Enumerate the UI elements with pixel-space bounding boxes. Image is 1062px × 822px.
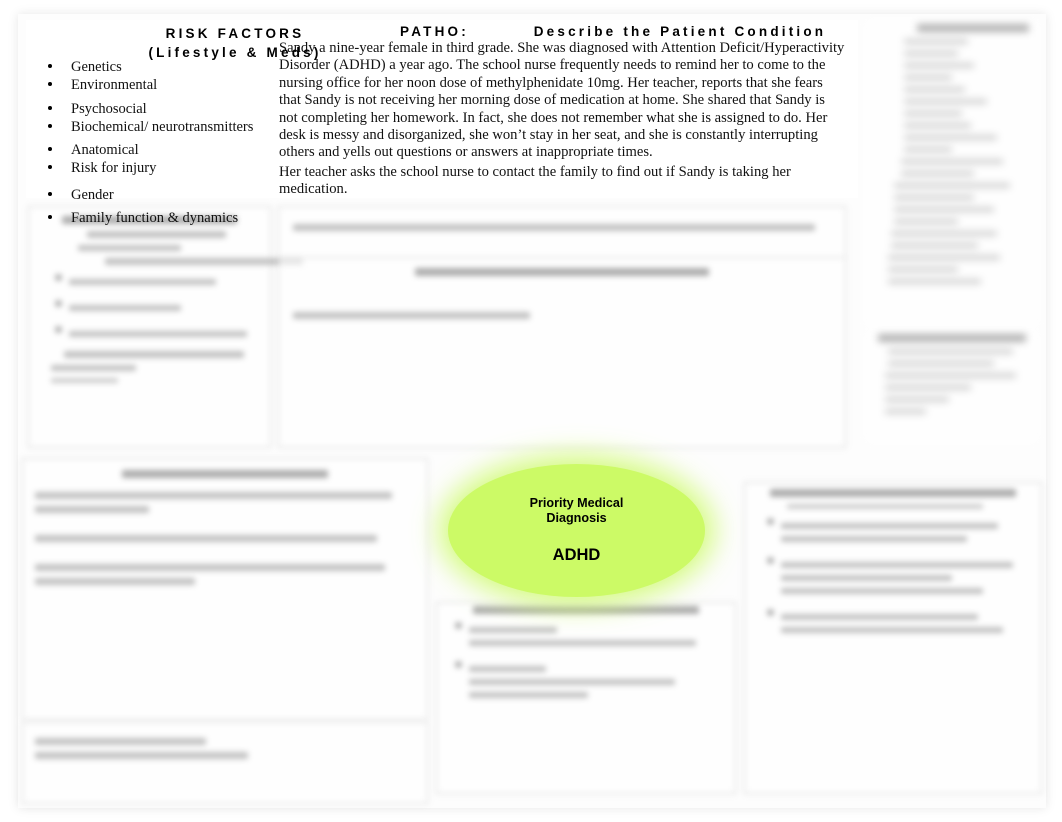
bottom-left-small-panel-body: [23, 723, 427, 774]
risk-factor-item: Family function & dynamics: [40, 210, 280, 227]
sidebar-mid-panel[interactable]: [866, 330, 1038, 442]
patho-note: [279, 282, 845, 334]
bottom-center-panel[interactable]: [436, 602, 736, 794]
sidebar-mid-body: [866, 330, 1038, 425]
risk-factor-item: Biochemical/ neurotransmitters: [40, 119, 280, 136]
priority-diagnosis-oval[interactable]: Priority Medical Diagnosis ADHD: [448, 464, 705, 597]
risk-factors-heading: RISK FACTORS (Lifestyle & Meds): [60, 24, 410, 62]
priority-diagnosis-label-line1: Priority Medical: [529, 496, 624, 511]
case-description-paragraph: Her teacher asks the school nurse to con…: [279, 163, 791, 198]
document-canvas: Priority Medical Diagnosis ADHD RISK FAC…: [0, 0, 1062, 822]
patho-sub-section: [279, 257, 845, 276]
priority-diagnosis-label-line2: Diagnosis: [546, 511, 607, 525]
patho-body-panel[interactable]: [278, 206, 846, 448]
bottom-center-panel-body: [437, 606, 735, 705]
risk-factors-heading-subtitle: (Lifestyle & Meds): [148, 45, 322, 60]
priority-diagnosis-label: Priority Medical Diagnosis: [530, 496, 624, 525]
sidebar-top-panel[interactable]: [866, 20, 1038, 328]
risk-factor-item: Anatomical: [40, 142, 280, 159]
bottom-right-panel[interactable]: [744, 482, 1042, 794]
risk-factor-item: Risk for injury: [40, 160, 280, 177]
patho-heading-label: PATHO:: [400, 24, 469, 39]
case-description: Sandy a nine-year female in third grade.…: [279, 40, 846, 201]
risk-factor-item: Psychosocial: [40, 101, 280, 118]
bottom-right-panel-body: [745, 483, 1041, 652]
patho-body-text: [279, 207, 845, 243]
risk-factors-heading-title: RISK FACTORS: [165, 26, 305, 41]
risk-factor-item: Gender: [40, 187, 280, 204]
patho-heading-title: Describe the Patient Condition: [533, 24, 827, 39]
manifestations-panel[interactable]: [28, 206, 303, 448]
bottom-left-panel-body: [23, 462, 427, 585]
sidebar-top-body: [866, 20, 1038, 295]
bottom-left-small-panel[interactable]: [22, 722, 428, 804]
bottom-left-panel[interactable]: [22, 458, 428, 720]
manifestations-panel-body: [29, 210, 303, 396]
risk-factors-list: Genetics Environmental Psychosocial Bioc…: [40, 52, 280, 228]
priority-diagnosis-value: ADHD: [552, 545, 601, 564]
risk-factor-item: Environmental: [40, 77, 280, 94]
